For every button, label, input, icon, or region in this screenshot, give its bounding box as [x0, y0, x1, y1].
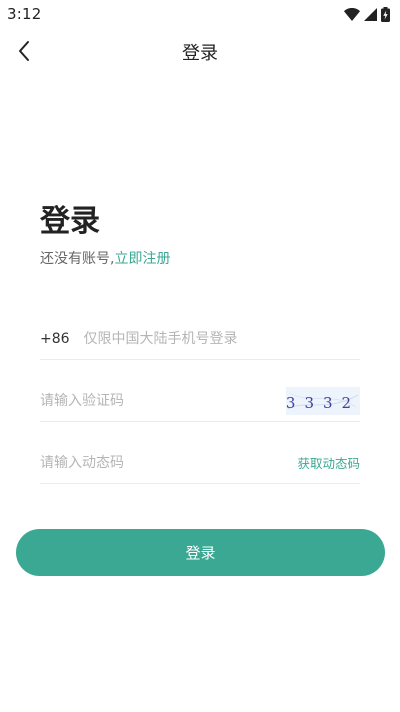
login-screen: 3:12 登录 登录 还没有账号,立即注册 +86 仅限中国大陆手机号登录 请输… — [0, 0, 400, 712]
captcha-image[interactable]: 3332 — [286, 386, 360, 415]
login-button[interactable]: 登录 — [16, 529, 385, 576]
signal-icon — [364, 7, 377, 21]
captcha-text: 3332 — [286, 394, 360, 412]
page-title: 登录 — [40, 204, 100, 239]
nav-title: 登录 — [182, 43, 218, 64]
otp-row: 获取动态码 — [40, 442, 360, 484]
nav-bar: 登录 — [0, 28, 400, 74]
status-icons — [344, 6, 390, 22]
captcha-input[interactable] — [40, 380, 286, 421]
status-time: 3:12 — [7, 5, 42, 23]
register-link[interactable]: 立即注册 — [114, 251, 170, 267]
country-code[interactable]: +86 — [40, 331, 70, 347]
get-code-button[interactable]: 获取动态码 — [297, 453, 360, 472]
wifi-icon — [344, 7, 360, 21]
captcha-row: 3332 — [40, 380, 360, 422]
status-bar: 3:12 — [0, 0, 400, 28]
register-prompt-text: 还没有账号, — [40, 251, 115, 267]
phone-input[interactable] — [83, 318, 360, 359]
register-prompt: 还没有账号,立即注册 — [40, 248, 170, 268]
captcha-digits: 3332 — [286, 392, 360, 412]
phone-row: +86 — [40, 318, 360, 360]
otp-input[interactable] — [40, 442, 298, 483]
battery-charging-icon — [381, 6, 390, 22]
